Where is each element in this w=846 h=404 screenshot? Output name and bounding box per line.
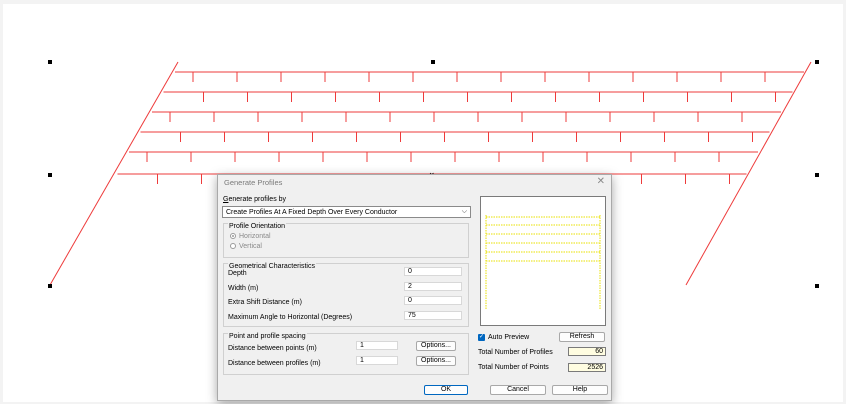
ok-button[interactable]: OK bbox=[424, 385, 468, 395]
extra-shift-label: Extra Shift Distance (m) bbox=[228, 299, 302, 306]
total-profiles-label: Total Number of Profiles bbox=[478, 349, 553, 356]
points-distance-input[interactable]: 1 bbox=[356, 341, 398, 350]
generate-by-label: Generate profiles by bbox=[223, 196, 287, 203]
generate-method-select[interactable]: Create Profiles At A Fixed Depth Over Ev… bbox=[222, 206, 471, 218]
extra-shift-value: 0 bbox=[408, 297, 412, 304]
total-profiles-value: 60 bbox=[568, 347, 606, 356]
spacing-legend: Point and profile spacing bbox=[228, 332, 307, 341]
max-angle-input[interactable]: 75 bbox=[404, 311, 462, 320]
profile-preview-drawing bbox=[485, 215, 601, 309]
refresh-button[interactable]: Refresh bbox=[559, 332, 605, 342]
selection-handle-middle-right[interactable] bbox=[815, 173, 819, 177]
profile-orientation-legend: Profile Orientation bbox=[228, 222, 287, 231]
vertical-radio-label: Vertical bbox=[239, 243, 262, 250]
profiles-options-button[interactable]: Options... bbox=[416, 356, 456, 366]
width-value: 2 bbox=[408, 283, 412, 290]
selection-handle-bottom-left[interactable] bbox=[48, 284, 52, 288]
horizontal-radio-label: Horizontal bbox=[239, 233, 271, 240]
max-angle-label: Maximum Angle to Horizontal (Degrees) bbox=[228, 314, 353, 321]
total-points-value: 2526 bbox=[568, 363, 606, 372]
horizontal-radio[interactable] bbox=[230, 233, 236, 239]
width-input[interactable]: 2 bbox=[404, 282, 462, 291]
cancel-button[interactable]: Cancel bbox=[490, 385, 546, 395]
width-label: Width (m) bbox=[228, 285, 259, 292]
profiles-distance-input[interactable]: 1 bbox=[356, 356, 398, 365]
points-options-button[interactable]: Options... bbox=[416, 341, 456, 351]
max-angle-value: 75 bbox=[408, 312, 416, 319]
generate-profiles-dialog: Generate Profiles ✕ Generate profiles by… bbox=[217, 174, 612, 401]
points-distance-label: Distance between points (m) bbox=[228, 345, 317, 352]
help-button[interactable]: Help bbox=[552, 385, 608, 395]
total-points-label: Total Number of Points bbox=[478, 364, 549, 371]
auto-preview-checkbox[interactable]: ✓ bbox=[478, 334, 485, 341]
profiles-distance-label: Distance between profiles (m) bbox=[228, 360, 321, 367]
dialog-title: Generate Profiles bbox=[224, 178, 283, 187]
profile-orientation-group: Profile Orientation Horizontal Vertical bbox=[223, 222, 469, 258]
spacing-group: Point and profile spacing bbox=[223, 332, 469, 375]
depth-input[interactable]: 0 bbox=[404, 267, 462, 276]
depth-value: 0 bbox=[408, 268, 412, 275]
chevron-down-icon: ⌵ bbox=[461, 208, 467, 215]
depth-label: Depth bbox=[228, 270, 247, 277]
vertical-radio[interactable] bbox=[230, 243, 236, 249]
selection-handle-top-center[interactable] bbox=[431, 60, 435, 64]
profiles-distance-value: 1 bbox=[360, 357, 364, 364]
generate-by-label-rest: enerate profiles by bbox=[228, 196, 287, 203]
extra-shift-input[interactable]: 0 bbox=[404, 296, 462, 305]
points-distance-value: 1 bbox=[360, 342, 364, 349]
close-icon[interactable]: ✕ bbox=[597, 176, 605, 188]
selection-handle-bottom-right[interactable] bbox=[815, 284, 819, 288]
selection-handle-middle-left[interactable] bbox=[48, 173, 52, 177]
auto-preview-label: Auto Preview bbox=[488, 334, 530, 341]
selection-handle-top-right[interactable] bbox=[815, 60, 819, 64]
selection-handle-top-left[interactable] bbox=[48, 60, 52, 64]
generate-method-value: Create Profiles At A Fixed Depth Over Ev… bbox=[226, 209, 398, 216]
profile-preview-panel bbox=[480, 196, 606, 326]
